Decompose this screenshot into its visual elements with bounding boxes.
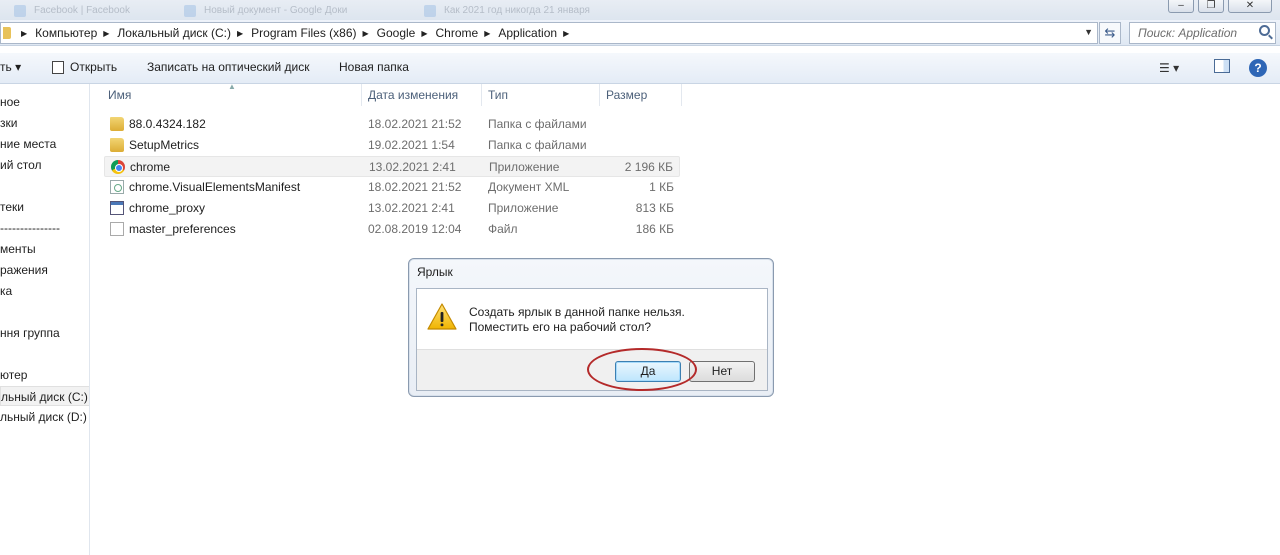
- breadcrumb: ▶ Компьютер ▶ Локальный диск (C:) ▶ Prog…: [15, 26, 577, 40]
- file-row[interactable]: master_preferences 02.08.2019 12:04 Файл…: [104, 219, 680, 240]
- sidebar-item-selected[interactable]: льный диск (C:): [0, 386, 89, 406]
- warning-icon: [427, 303, 457, 330]
- chevron-right-icon[interactable]: ▶: [421, 29, 427, 38]
- search-icon[interactable]: [1259, 25, 1270, 36]
- breadcrumb-item[interactable]: Компьютер: [35, 26, 97, 40]
- address-row: ▶ Компьютер ▶ Локальный диск (C:) ▶ Prog…: [0, 20, 1280, 46]
- chevron-right-icon[interactable]: ▶: [237, 29, 243, 38]
- open-button[interactable]: Открыть: [52, 53, 117, 84]
- tab-favicon-icon: [14, 5, 26, 17]
- app-icon: [110, 201, 124, 215]
- file-type: Документ XML: [488, 180, 570, 194]
- sidebar-divider: ---------------: [0, 221, 60, 235]
- file-icon: [110, 222, 124, 236]
- folder-icon: [110, 117, 124, 131]
- burn-disc-button[interactable]: Записать на оптический диск: [147, 53, 310, 84]
- folder-icon: [110, 138, 124, 152]
- help-icon[interactable]: ?: [1249, 59, 1267, 77]
- sidebar-item[interactable]: теки: [0, 197, 24, 217]
- file-size: 813 КБ: [635, 201, 674, 215]
- file-date: 18.02.2021 21:52: [368, 180, 462, 194]
- file-name: chrome_proxy: [129, 201, 206, 215]
- chevron-right-icon[interactable]: ▶: [563, 29, 569, 38]
- refresh-button[interactable]: ⇆: [1099, 22, 1121, 44]
- dialog-title: Ярлык: [417, 265, 453, 279]
- highlight-circle-annotation: [587, 348, 697, 391]
- window-controls: ‒ ❐ ✕: [1168, 0, 1272, 13]
- minimize-button[interactable]: ‒: [1168, 0, 1194, 13]
- file-type: Приложение: [489, 160, 560, 174]
- sidebar-item[interactable]: зки: [0, 113, 17, 133]
- file-type: Папка с файлами: [488, 138, 587, 152]
- file-size: 2 196 КБ: [624, 160, 673, 174]
- breadcrumb-item[interactable]: Локальный диск (C:): [117, 26, 231, 40]
- file-type: Файл: [488, 222, 518, 236]
- sidebar-item[interactable]: ражения: [0, 260, 48, 280]
- column-header-date[interactable]: Дата изменения: [362, 84, 482, 106]
- sidebar-item[interactable]: ка: [0, 281, 12, 301]
- sidebar-item[interactable]: ння группа: [0, 323, 60, 343]
- preview-pane-icon[interactable]: [1214, 59, 1230, 73]
- sidebar-item[interactable]: ютер: [0, 365, 27, 385]
- sidebar-item[interactable]: ное: [0, 92, 20, 112]
- open-icon: [52, 61, 64, 75]
- column-header-type[interactable]: Тип: [482, 84, 600, 106]
- file-row[interactable]: chrome_proxy 13.02.2021 2:41 Приложение …: [104, 198, 680, 219]
- file-type: Папка с файлами: [488, 117, 587, 131]
- close-button[interactable]: ✕: [1228, 0, 1272, 13]
- file-size: 186 КБ: [635, 222, 674, 236]
- view-options-icon[interactable]: ☰ ▾: [1159, 59, 1179, 77]
- tab-favicon-icon: [424, 5, 436, 17]
- file-name: 88.0.4324.182: [129, 117, 206, 131]
- new-folder-button[interactable]: Новая папка: [339, 53, 409, 84]
- command-toolbar: ть ▾ Открыть Записать на оптический диск…: [0, 53, 1280, 84]
- browser-tab[interactable]: Как 2021 год никогда 21 января: [420, 2, 598, 20]
- browser-tab[interactable]: Новый документ - Google Доки: [180, 2, 355, 20]
- chevron-right-icon[interactable]: ▶: [103, 29, 109, 38]
- file-date: 02.08.2019 12:04: [368, 222, 462, 236]
- file-row-selected[interactable]: chrome 13.02.2021 2:41 Приложение 2 196 …: [104, 156, 680, 177]
- tab-favicon-icon: [184, 5, 196, 17]
- navigation-pane: ное зки ние места ий стол теки ---------…: [0, 84, 90, 555]
- file-name: chrome: [130, 160, 171, 174]
- chevron-right-icon[interactable]: ▶: [484, 29, 490, 38]
- sidebar-item[interactable]: ий стол: [0, 155, 42, 175]
- breadcrumb-item[interactable]: Application: [498, 26, 557, 40]
- chevron-right-icon[interactable]: ▶: [21, 29, 27, 38]
- maximize-button[interactable]: ❐: [1198, 0, 1224, 13]
- file-size: 1 КБ: [649, 180, 674, 194]
- file-date: 13.02.2021 2:41: [368, 201, 455, 215]
- column-header-size[interactable]: Размер: [600, 84, 682, 106]
- breadcrumb-item[interactable]: Google: [377, 26, 416, 40]
- dialog-message: Создать ярлык в данной папке нельзя. Пом…: [469, 305, 685, 334]
- sidebar-item[interactable]: льный диск (D:): [0, 407, 87, 427]
- file-date: 19.02.2021 1:54: [368, 138, 455, 152]
- chrome-icon: [111, 160, 125, 174]
- sidebar-item[interactable]: ние места: [0, 134, 56, 154]
- browser-tab[interactable]: Facebook | Facebook: [10, 2, 138, 20]
- address-bar[interactable]: ▶ Компьютер ▶ Локальный диск (C:) ▶ Prog…: [0, 22, 1098, 44]
- file-name: master_preferences: [129, 222, 236, 236]
- file-name: chrome.VisualElementsManifest: [129, 180, 301, 194]
- file-name: SetupMetrics: [129, 138, 200, 152]
- file-type: Приложение: [488, 201, 559, 215]
- browser-tab-strip: Facebook | Facebook Новый документ - Goo…: [0, 0, 1280, 20]
- breadcrumb-item[interactable]: Program Files (x86): [251, 26, 356, 40]
- file-date: 18.02.2021 21:52: [368, 117, 462, 131]
- file-row[interactable]: chrome.VisualElementsManifest 18.02.2021…: [104, 177, 680, 198]
- breadcrumb-item[interactable]: Chrome: [436, 26, 479, 40]
- xml-file-icon: [110, 180, 124, 194]
- organize-button[interactable]: ть ▾: [0, 53, 21, 84]
- folder-icon: [3, 27, 11, 39]
- column-header-name[interactable]: Имя: [102, 84, 362, 106]
- file-date: 13.02.2021 2:41: [369, 160, 456, 174]
- search-input[interactable]: Поиск: Application: [1129, 22, 1276, 44]
- file-row[interactable]: 88.0.4324.182 18.02.2021 21:52 Папка с ф…: [104, 114, 680, 135]
- file-row[interactable]: SetupMetrics 19.02.2021 1:54 Папка с фай…: [104, 135, 680, 156]
- chevron-right-icon[interactable]: ▶: [363, 29, 369, 38]
- no-button[interactable]: Нет: [689, 361, 755, 382]
- chevron-down-icon[interactable]: ▼: [1084, 27, 1093, 37]
- sidebar-item[interactable]: менты: [0, 239, 36, 259]
